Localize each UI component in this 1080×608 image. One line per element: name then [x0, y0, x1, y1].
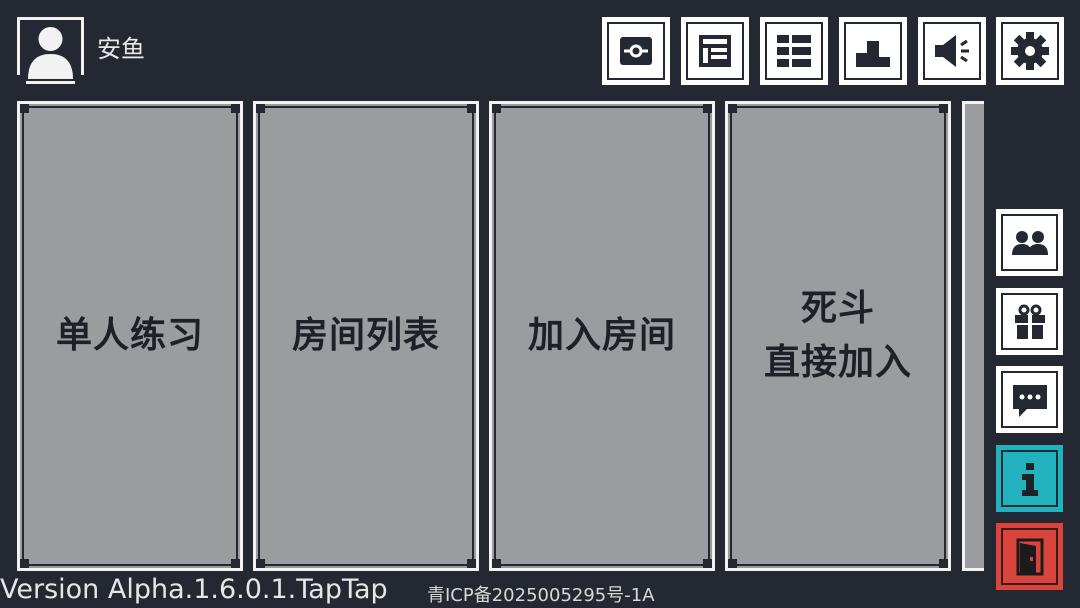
capsule-icon: [620, 37, 652, 65]
gear-icon: [1011, 32, 1049, 70]
gift-icon: [1014, 304, 1045, 339]
ranking-button[interactable]: [839, 17, 907, 85]
notes-icon: [699, 35, 731, 67]
friends-button[interactable]: [996, 209, 1063, 276]
capsule-button[interactable]: [602, 17, 670, 85]
username: 安鱼: [97, 35, 145, 63]
mode-next-peek[interactable]: [962, 101, 984, 571]
exit-door-icon: [1016, 538, 1043, 575]
info-button[interactable]: [996, 445, 1063, 512]
avatar[interactable]: [17, 17, 84, 84]
speaker-icon: [935, 35, 969, 67]
notes-button[interactable]: [681, 17, 749, 85]
main-menu-screen: 安鱼 单人练习 房间列表 加入房间 死斗 直接加入 Version Alpha.…: [0, 0, 1080, 608]
settings-button[interactable]: [996, 17, 1064, 85]
mode-join-room[interactable]: 加入房间: [489, 101, 715, 571]
exit-button[interactable]: [996, 523, 1063, 590]
list-button[interactable]: [760, 17, 828, 85]
list-grid-icon: [777, 35, 811, 67]
podium-icon: [856, 41, 890, 67]
chat-button[interactable]: [996, 366, 1063, 433]
version-text: Version Alpha.1.6.0.1.TapTap: [0, 574, 388, 605]
mode-label: 单人练习: [55, 315, 204, 356]
user-avatar-icon: [28, 27, 73, 79]
icp-license-text: 青ICP备2025005295号-1A: [427, 585, 655, 606]
info-icon: [1021, 462, 1038, 496]
mode-room-list[interactable]: 房间列表: [253, 101, 479, 571]
gift-button[interactable]: [996, 288, 1063, 355]
mode-label: 加入房间: [527, 315, 676, 356]
chat-icon: [1012, 384, 1047, 417]
mode-label: 房间列表: [291, 315, 440, 356]
mode-label: 死斗 直接加入: [763, 288, 912, 383]
mode-deathmatch-join[interactable]: 死斗 直接加入: [725, 101, 951, 571]
sound-button[interactable]: [918, 17, 986, 85]
friends-icon: [1011, 230, 1048, 255]
mode-solo-practice[interactable]: 单人练习: [17, 101, 243, 571]
